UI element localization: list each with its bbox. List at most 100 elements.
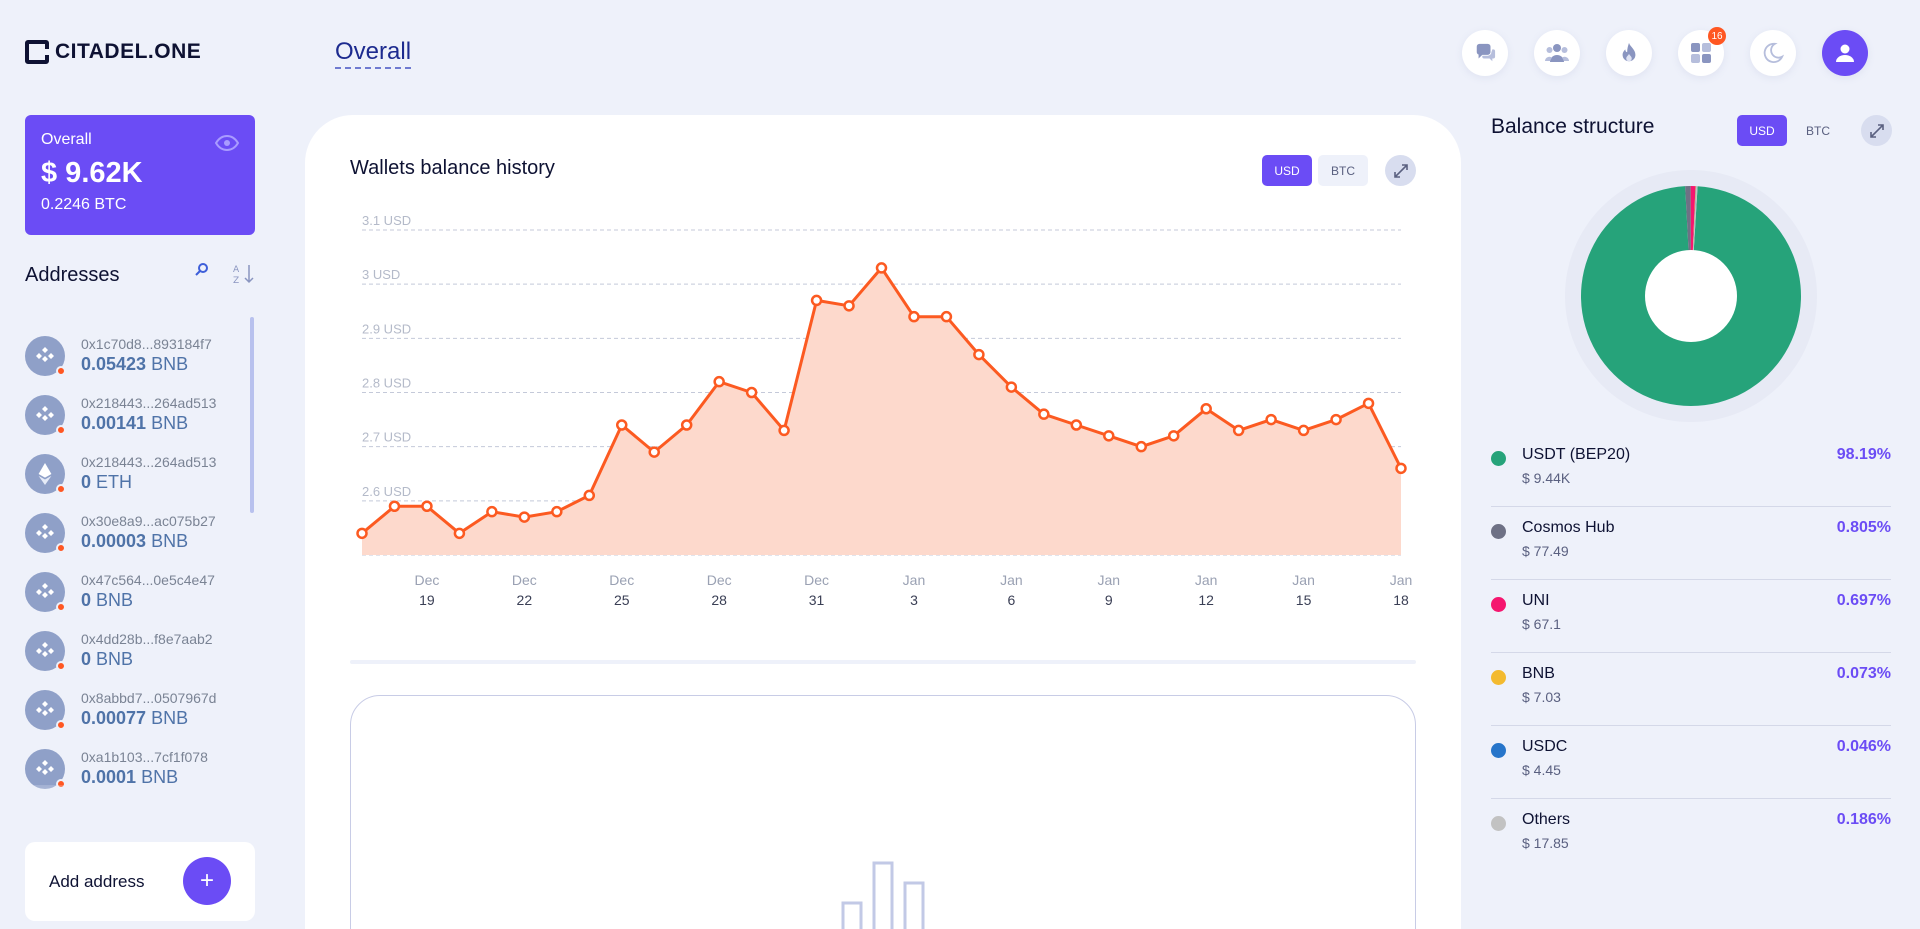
apps-button[interactable]: 16 [1678, 27, 1726, 76]
bnb-icon [25, 689, 66, 730]
legend-item[interactable]: Cosmos Hub $ 77.49 0.805% [1491, 507, 1891, 580]
svg-text:A: A [233, 265, 240, 275]
legend-name: USDT (BEP20) [1522, 446, 1631, 463]
status-dot [56, 719, 66, 730]
legend-percent: 0.697% [1836, 592, 1891, 609]
data-point [453, 527, 466, 540]
address-amount: 0.00077 [81, 708, 147, 728]
data-point [843, 300, 855, 312]
overall-label: Overall [41, 131, 92, 148]
status-dot [56, 542, 66, 553]
chat-help-icon [1476, 43, 1496, 62]
data-point [713, 375, 725, 388]
data-point [356, 527, 368, 540]
address-unit: BNB [96, 590, 134, 610]
fire-button[interactable] [1606, 30, 1652, 76]
y-tick-label: 2.6 USD [362, 484, 411, 499]
x-tick-month: Jan [1292, 572, 1315, 588]
address-amount: 0 [81, 472, 92, 492]
logo-mark-icon [25, 40, 50, 64]
data-point [1167, 430, 1180, 442]
x-tick-month: Jan [1097, 572, 1120, 588]
eye-icon[interactable] [215, 135, 239, 151]
search-icon[interactable] [194, 262, 210, 278]
balance-usd-button[interactable]: USD [1737, 115, 1787, 146]
legend-percent: 0.805% [1836, 519, 1891, 536]
x-tick-day: 15 [1296, 592, 1312, 608]
data-point [1103, 430, 1115, 442]
address-hash: 0x218443...264ad513 [81, 395, 217, 411]
bnb-icon [25, 748, 66, 789]
user-icon [1836, 44, 1854, 62]
community-button[interactable] [1534, 30, 1580, 76]
address-unit: BNB [151, 708, 189, 728]
address-item[interactable]: 0x8abbd7...0507967d 0.00077 BNB [25, 680, 250, 739]
legend-value: $ 77.49 [1522, 543, 1569, 559]
address-scrollbar[interactable] [250, 317, 254, 513]
y-tick-label: 2.7 USD [362, 430, 411, 445]
address-item[interactable]: 0x30e8a9...ac075b27 0.00003 BNB [25, 503, 250, 562]
legend-percent: 0.073% [1836, 665, 1891, 682]
page-title[interactable]: Overall [335, 38, 412, 69]
data-point [551, 505, 563, 518]
legend-dot [1491, 743, 1506, 758]
addresses-title: Addresses [25, 264, 120, 286]
sort-az-icon[interactable]: AZ [233, 262, 257, 286]
address-unit: BNB [141, 767, 179, 787]
data-point [908, 310, 920, 323]
balance-btc-button[interactable]: BTC [1793, 115, 1843, 146]
legend-value: $ 67.1 [1522, 616, 1561, 632]
status-dot [56, 660, 66, 671]
address-item[interactable]: 0x1c70d8...893184f7 0.05423 BNB [25, 326, 250, 385]
legend-item[interactable]: USDC $ 4.45 0.046% [1491, 726, 1891, 799]
x-tick-month: Dec [512, 572, 537, 588]
x-tick-day: 12 [1198, 592, 1214, 608]
add-address-button[interactable]: + [183, 857, 231, 905]
legend-item[interactable]: BNB $ 7.03 0.073% [1491, 653, 1891, 726]
address-unit: BNB [151, 413, 189, 433]
notification-badge: 16 [1708, 27, 1726, 45]
legend-item[interactable]: USDT (BEP20) $ 9.44K 98.19% [1491, 434, 1891, 507]
overall-card[interactable]: Overall $ 9.62K 0.2246 BTC [25, 115, 255, 235]
legend-value: $ 17.85 [1522, 835, 1569, 851]
legend-value: $ 4.45 [1522, 762, 1561, 778]
x-tick-day: 31 [809, 592, 825, 608]
chat-help-button[interactable] [1462, 30, 1508, 76]
data-point [486, 505, 498, 518]
address-unit: ETH [96, 472, 133, 492]
status-dot [56, 365, 66, 376]
overall-btc: 0.2246 BTC [41, 196, 127, 213]
address-item[interactable]: 0x47c564...0e5c4e47 0 BNB [25, 562, 250, 621]
svg-text:Z: Z [233, 276, 239, 286]
legend-item[interactable]: UNI $ 67.1 0.697% [1491, 580, 1891, 653]
data-point [1070, 419, 1083, 431]
bar-chart-icon [841, 861, 925, 929]
address-item[interactable]: 0x4dd28b...f8e7aab2 0 BNB [25, 621, 250, 680]
address-item[interactable]: 0x218443...264ad513 0.00141 BNB [25, 385, 250, 444]
data-point [583, 489, 596, 502]
eth-icon [25, 453, 66, 494]
balance-expand-button[interactable] [1861, 115, 1892, 146]
bnb-icon [25, 335, 66, 376]
x-tick-month: Jan [1195, 572, 1218, 588]
data-point [1038, 408, 1050, 420]
apps-icon [1691, 43, 1711, 63]
main-panel: Wallets balance history USD BTC 3.1 USD 3… [305, 115, 1461, 929]
address-item[interactable]: 0x218443...264ad513 0 ETH [25, 444, 250, 503]
data-point [1265, 413, 1277, 426]
logo[interactable]: CITADEL.ONE [25, 40, 201, 64]
status-dot [56, 601, 66, 612]
add-address-card: Add address + [25, 842, 255, 921]
data-point [1395, 462, 1407, 475]
address-unit: BNB [96, 649, 134, 669]
y-tick-label: 3 USD [362, 267, 400, 282]
legend-item[interactable]: Others $ 17.85 0.186% [1491, 799, 1891, 872]
address-hash: 0x218443...264ad513 [81, 454, 217, 470]
x-tick-month: Jan [903, 572, 926, 588]
bnb-icon [25, 394, 66, 435]
theme-toggle-button[interactable] [1750, 30, 1796, 76]
address-amount: 0.05423 [81, 354, 147, 374]
user-button[interactable] [1822, 30, 1868, 76]
data-point [680, 419, 693, 431]
legend-percent: 0.186% [1836, 811, 1891, 828]
